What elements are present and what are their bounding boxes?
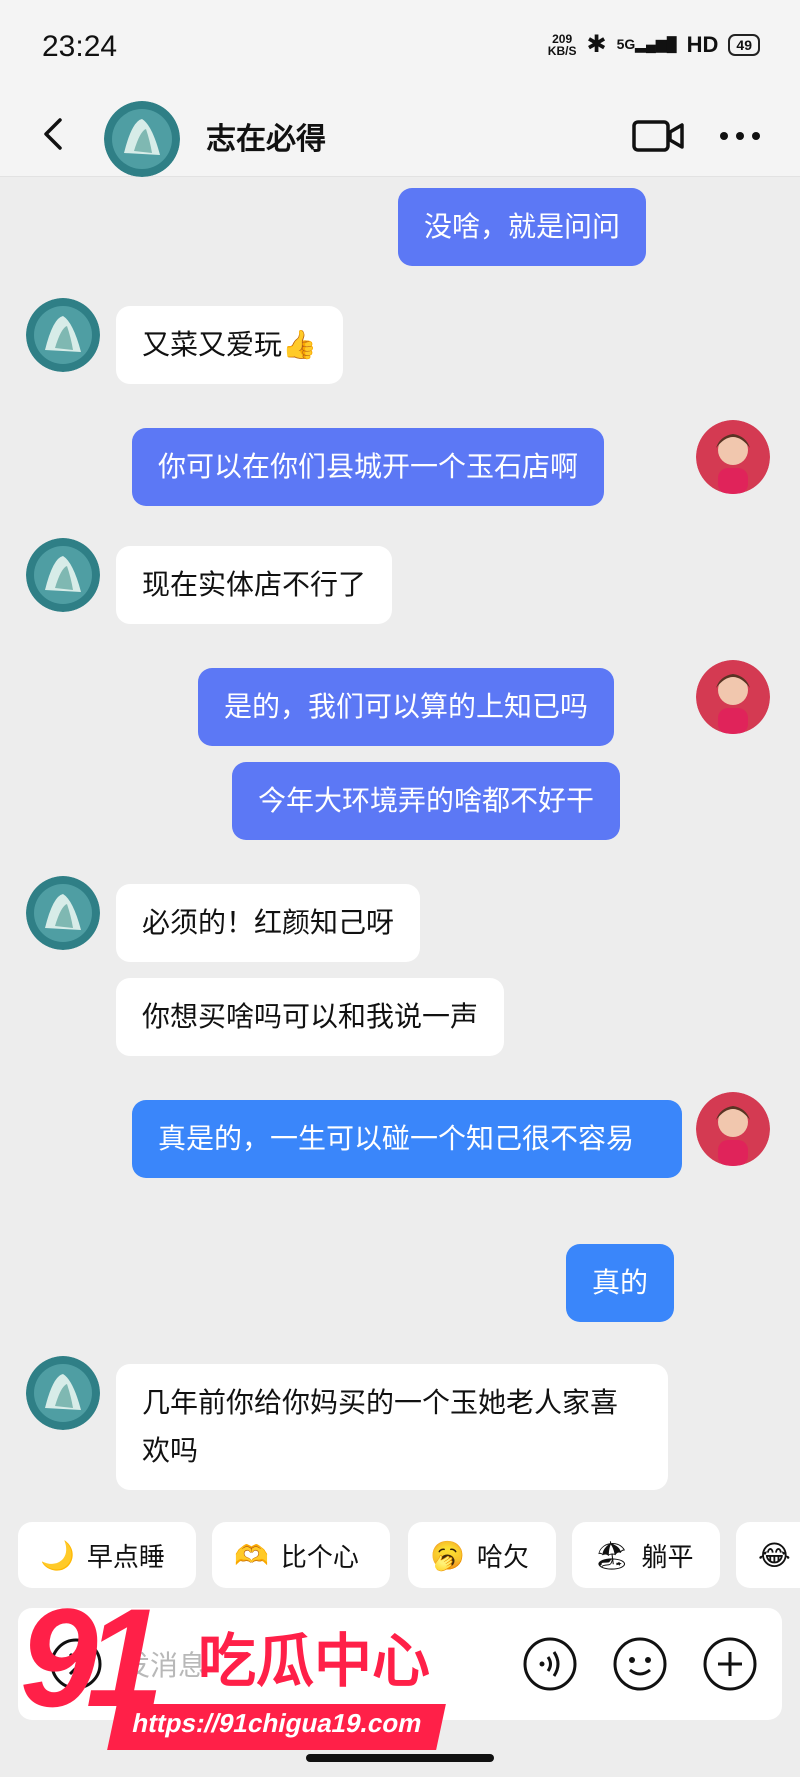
contact-name: 志在必得 — [206, 122, 326, 157]
quick-reply-chip[interactable]: 🫶 比个心 — [212, 1522, 390, 1588]
watermark-title: 吃瓜中心 — [198, 1627, 431, 1695]
net-type: 5G — [616, 36, 636, 52]
quick-reply-chip[interactable]: 🥱 哈欠 — [408, 1522, 556, 1588]
status-bar: 23:24 209 KB/S ✱ 5G▂▄▆█ HD 49 — [0, 0, 800, 96]
message-bubble-received[interactable]: 现在实体店不行了 — [116, 546, 393, 624]
home-indicator[interactable] — [306, 1754, 494, 1762]
quick-reply-label: 哈欠 — [476, 1542, 529, 1573]
signal-icon: 5G▂▄▆█ — [616, 36, 677, 52]
status-time: 23:24 — [42, 30, 118, 63]
watermark: 91 吃瓜中心 https://91chigua19.com — [20, 1588, 446, 1758]
message-bubble-received[interactable]: 你想买啥吗可以和我说一声 — [116, 978, 505, 1056]
quick-reply-label: 躺平 — [641, 1542, 694, 1573]
sleep-emoji-icon: 🌙 — [40, 1538, 75, 1572]
message-bubble-sent[interactable]: 真的 — [566, 1244, 675, 1322]
battery-icon: 49 — [728, 33, 760, 56]
user-avatar[interactable] — [696, 1092, 770, 1166]
hd-label: HD — [686, 31, 719, 57]
contact-avatar[interactable] — [26, 298, 100, 372]
message-bubble-sent[interactable]: 是的，我们可以算的上知已吗 — [198, 668, 615, 746]
more-icon[interactable] — [716, 116, 764, 156]
quick-reply-label: 早点睡 — [86, 1542, 165, 1573]
quick-reply-chip[interactable]: 🏖 躺平 — [572, 1522, 720, 1588]
speed-unit: KB/S — [547, 43, 577, 58]
lie-flat-emoji-icon: 🏖 — [594, 1538, 630, 1572]
laugh-emoji-icon: 😂 — [758, 1538, 791, 1572]
contact-avatar[interactable] — [26, 538, 100, 612]
message-bubble-sent[interactable]: 你可以在你们县城开一个玉石店啊 — [132, 428, 605, 506]
plus-icon[interactable] — [702, 1636, 758, 1692]
contact-avatar[interactable] — [26, 876, 100, 950]
quick-reply-chip[interactable]: 😂 — [736, 1522, 800, 1588]
heart-hands-emoji-icon: 🫶 — [234, 1538, 269, 1572]
yawn-emoji-icon: 🥱 — [430, 1538, 465, 1572]
voice-icon[interactable] — [522, 1636, 578, 1692]
watermark-url: https://91chigua19.com — [107, 1704, 446, 1750]
contact-avatar[interactable] — [104, 101, 180, 177]
message-bubble-sent[interactable]: 没啥，就是问问 — [398, 188, 647, 266]
message-bubble-received[interactable]: 必须的！红颜知己呀 — [116, 884, 421, 962]
bluetooth-icon: ✱ — [586, 31, 607, 58]
network-speed: 209 KB/S — [548, 33, 577, 57]
message-bubble-sent[interactable]: 真是的，一生可以碰一个知己很不容易 — [132, 1100, 682, 1178]
status-icons: 209 KB/S ✱ 5G▂▄▆█ HD 49 — [548, 30, 760, 59]
user-avatar[interactable] — [696, 420, 770, 494]
back-icon[interactable] — [34, 114, 74, 154]
contact-avatar[interactable] — [26, 1356, 100, 1430]
chat-header: 志在必得 — [0, 96, 800, 177]
speed-value: 209 — [552, 31, 573, 46]
video-call-icon[interactable] — [632, 116, 684, 156]
user-avatar[interactable] — [696, 660, 770, 734]
message-bubble-sent[interactable]: 今年大环境弄的啥都不好干 — [232, 762, 621, 840]
emoji-icon[interactable] — [612, 1636, 668, 1692]
quick-reply-label: 比个心 — [280, 1542, 359, 1573]
message-bubble-received[interactable]: 又菜又爱玩👍 — [116, 306, 343, 384]
message-bubble-received[interactable]: 几年前你给你妈买的一个玉她老人家喜欢吗 — [116, 1364, 668, 1490]
